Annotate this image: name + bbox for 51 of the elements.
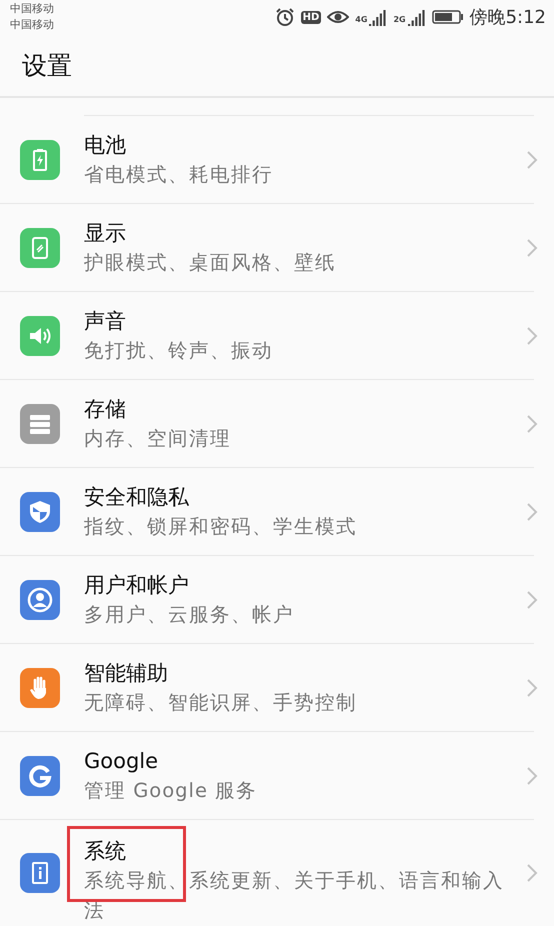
settings-item[interactable]: 显示 护眼模式、桌面风格、壁纸 bbox=[0, 204, 534, 292]
carrier-name: 中国移动 bbox=[10, 17, 54, 34]
shield-icon bbox=[27, 498, 53, 524]
carrier-name: 中国移动 bbox=[10, 1, 54, 18]
signal-icon bbox=[408, 8, 426, 26]
chevron-right-icon bbox=[526, 863, 538, 883]
item-subtitle: 系统导航、系统更新、关于手机、语言和输入法 bbox=[84, 868, 505, 924]
settings-item[interactable]: 用户和帐户 多用户、云服务、帐户 bbox=[0, 556, 534, 644]
item-title: 显示 bbox=[84, 220, 127, 246]
item-title: Google bbox=[84, 748, 160, 774]
item-title: 存储 bbox=[84, 396, 127, 422]
eye-icon bbox=[327, 9, 350, 26]
chevron-right-icon bbox=[526, 766, 538, 786]
settings-item[interactable]: 声音 免打扰、铃声、振动 bbox=[0, 292, 534, 380]
chevron-right-icon bbox=[526, 678, 538, 698]
google-icon bbox=[27, 762, 53, 788]
user-icon bbox=[27, 586, 53, 612]
item-subtitle: 免打扰、铃声、振动 bbox=[84, 338, 274, 364]
item-title: 用户和帐户 bbox=[84, 572, 190, 598]
chevron-right-icon bbox=[526, 238, 538, 258]
chevron-right-icon bbox=[526, 590, 538, 610]
battery-status-icon bbox=[432, 9, 464, 26]
item-subtitle: 多用户、云服务、帐户 bbox=[84, 602, 295, 628]
settings-item[interactable]: Google 管理 Google 服务 bbox=[0, 732, 534, 820]
signal-icon bbox=[369, 8, 388, 26]
settings-item[interactable]: 智能辅助 无障碍、智能识屏、手势控制 bbox=[0, 644, 534, 732]
hd-badge: HD bbox=[300, 10, 322, 24]
chevron-right-icon bbox=[526, 326, 538, 346]
item-subtitle: 护眼模式、桌面风格、壁纸 bbox=[84, 250, 337, 276]
settings-item[interactable]: 安全和隐私 指纹、锁屏和密码、学生模式 bbox=[0, 468, 534, 556]
item-title: 声音 bbox=[84, 308, 127, 334]
settings-item[interactable]: 电池 省电模式、耗电排行 bbox=[0, 116, 534, 204]
alarm-icon bbox=[274, 7, 295, 28]
chevron-right-icon bbox=[526, 150, 538, 170]
clock-time: 傍晚5:12 bbox=[470, 6, 546, 30]
item-title: 电池 bbox=[84, 132, 127, 158]
settings-item[interactable]: 系统 系统导航、系统更新、关于手机、语言和输入法 bbox=[0, 820, 534, 926]
item-subtitle: 内存、空间清理 bbox=[84, 426, 232, 452]
page-title: 设置 bbox=[22, 50, 72, 82]
settings-item[interactable]: 存储 内存、空间清理 bbox=[0, 380, 534, 468]
network-type: 2G bbox=[393, 15, 406, 24]
network-type: 4G bbox=[355, 15, 368, 24]
item-subtitle: 管理 Google 服务 bbox=[84, 778, 258, 804]
chevron-right-icon bbox=[526, 502, 538, 522]
item-subtitle: 省电模式、耗电排行 bbox=[84, 162, 274, 188]
item-subtitle: 无障碍、智能识屏、手势控制 bbox=[84, 690, 358, 716]
item-subtitle: 指纹、锁屏和密码、学生模式 bbox=[84, 514, 358, 540]
item-title: 智能辅助 bbox=[84, 660, 169, 686]
item-title: 系统 bbox=[84, 838, 127, 865]
chevron-right-icon bbox=[526, 414, 538, 434]
item-title: 安全和隐私 bbox=[84, 484, 190, 510]
